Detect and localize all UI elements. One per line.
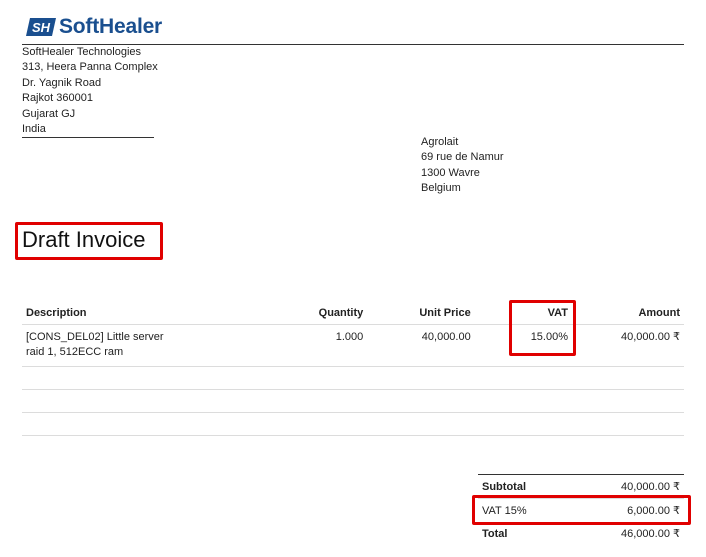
company-city: Rajkot 360001 [22, 92, 93, 105]
column-header-description: Description [22, 302, 245, 325]
company-address-divider [22, 137, 154, 138]
tax-value: 6,000.00 ₹ [627, 505, 680, 517]
company-country: India [22, 123, 46, 136]
customer-country: Belgium [421, 182, 461, 195]
table-row-empty [22, 389, 684, 413]
customer-name: Agrolait [421, 136, 459, 148]
company-name: SoftHealer Technologies [22, 46, 142, 58]
line-description: [CONS_DEL02] Little server raid 1, 512EC… [22, 324, 245, 367]
tax-row: VAT 15% 6,000.00 ₹ [478, 499, 684, 523]
table-row-empty [22, 412, 684, 436]
column-header-vat: VAT [474, 302, 572, 325]
company-street: 313, Heera Panna Complex [22, 61, 158, 74]
subtotal-label: Subtotal [478, 474, 569, 499]
total-row: Total 46,000.00 ₹ [478, 522, 684, 545]
company-logo: SH SoftHealer [26, 14, 162, 40]
document-title: Draft Invoice [22, 227, 146, 252]
line-description-text-2: raid 1, 512ECC ram [26, 346, 124, 358]
table-row: [CONS_DEL02] Little server raid 1, 512EC… [22, 324, 684, 367]
table-row-empty [22, 366, 684, 390]
tax-label: VAT 15% [482, 504, 527, 517]
company-street2: Dr. Yagnik Road [22, 76, 102, 89]
company-state: Gujarat GJ [22, 107, 76, 120]
total-label: Total [482, 527, 508, 540]
column-header-amount: Amount [572, 302, 684, 325]
invoice-totals-table: Subtotal 40,000.00 ₹ VAT 15% 6,000.00 ₹ … [478, 474, 684, 545]
invoice-lines-table: Description Quantity Unit Price VAT Amou… [22, 302, 684, 436]
company-logo-text: SoftHealer [59, 15, 163, 38]
customer-street: 69 rue de Namur [421, 151, 504, 164]
column-header-unit-price: Unit Price [367, 302, 475, 325]
total-value: 46,000.00 ₹ [621, 528, 680, 540]
company-address: SoftHealer Technologies 313, Heera Panna… [22, 45, 158, 137]
customer-city: 1300 Wavre [421, 166, 480, 179]
line-vat: 15.00% [474, 324, 572, 367]
softhealer-logo-icon: SH [26, 18, 56, 36]
column-header-quantity: Quantity [244, 302, 368, 325]
subtotal-row: Subtotal 40,000.00 ₹ [478, 474, 684, 499]
customer-address: Agrolait 69 rue de Namur 1300 Wavre Belg… [421, 135, 504, 197]
subtotal-value: 40,000.00 ₹ [568, 474, 684, 499]
line-quantity: 1.000 [244, 324, 368, 367]
table-header-row: Description Quantity Unit Price VAT Amou… [22, 302, 684, 325]
line-unit-price: 40,000.00 [367, 324, 475, 367]
svg-text:SH: SH [32, 20, 51, 35]
line-amount: 40,000.00 ₹ [572, 324, 684, 367]
line-description-text: [CONS_DEL02] Little server [26, 331, 164, 343]
